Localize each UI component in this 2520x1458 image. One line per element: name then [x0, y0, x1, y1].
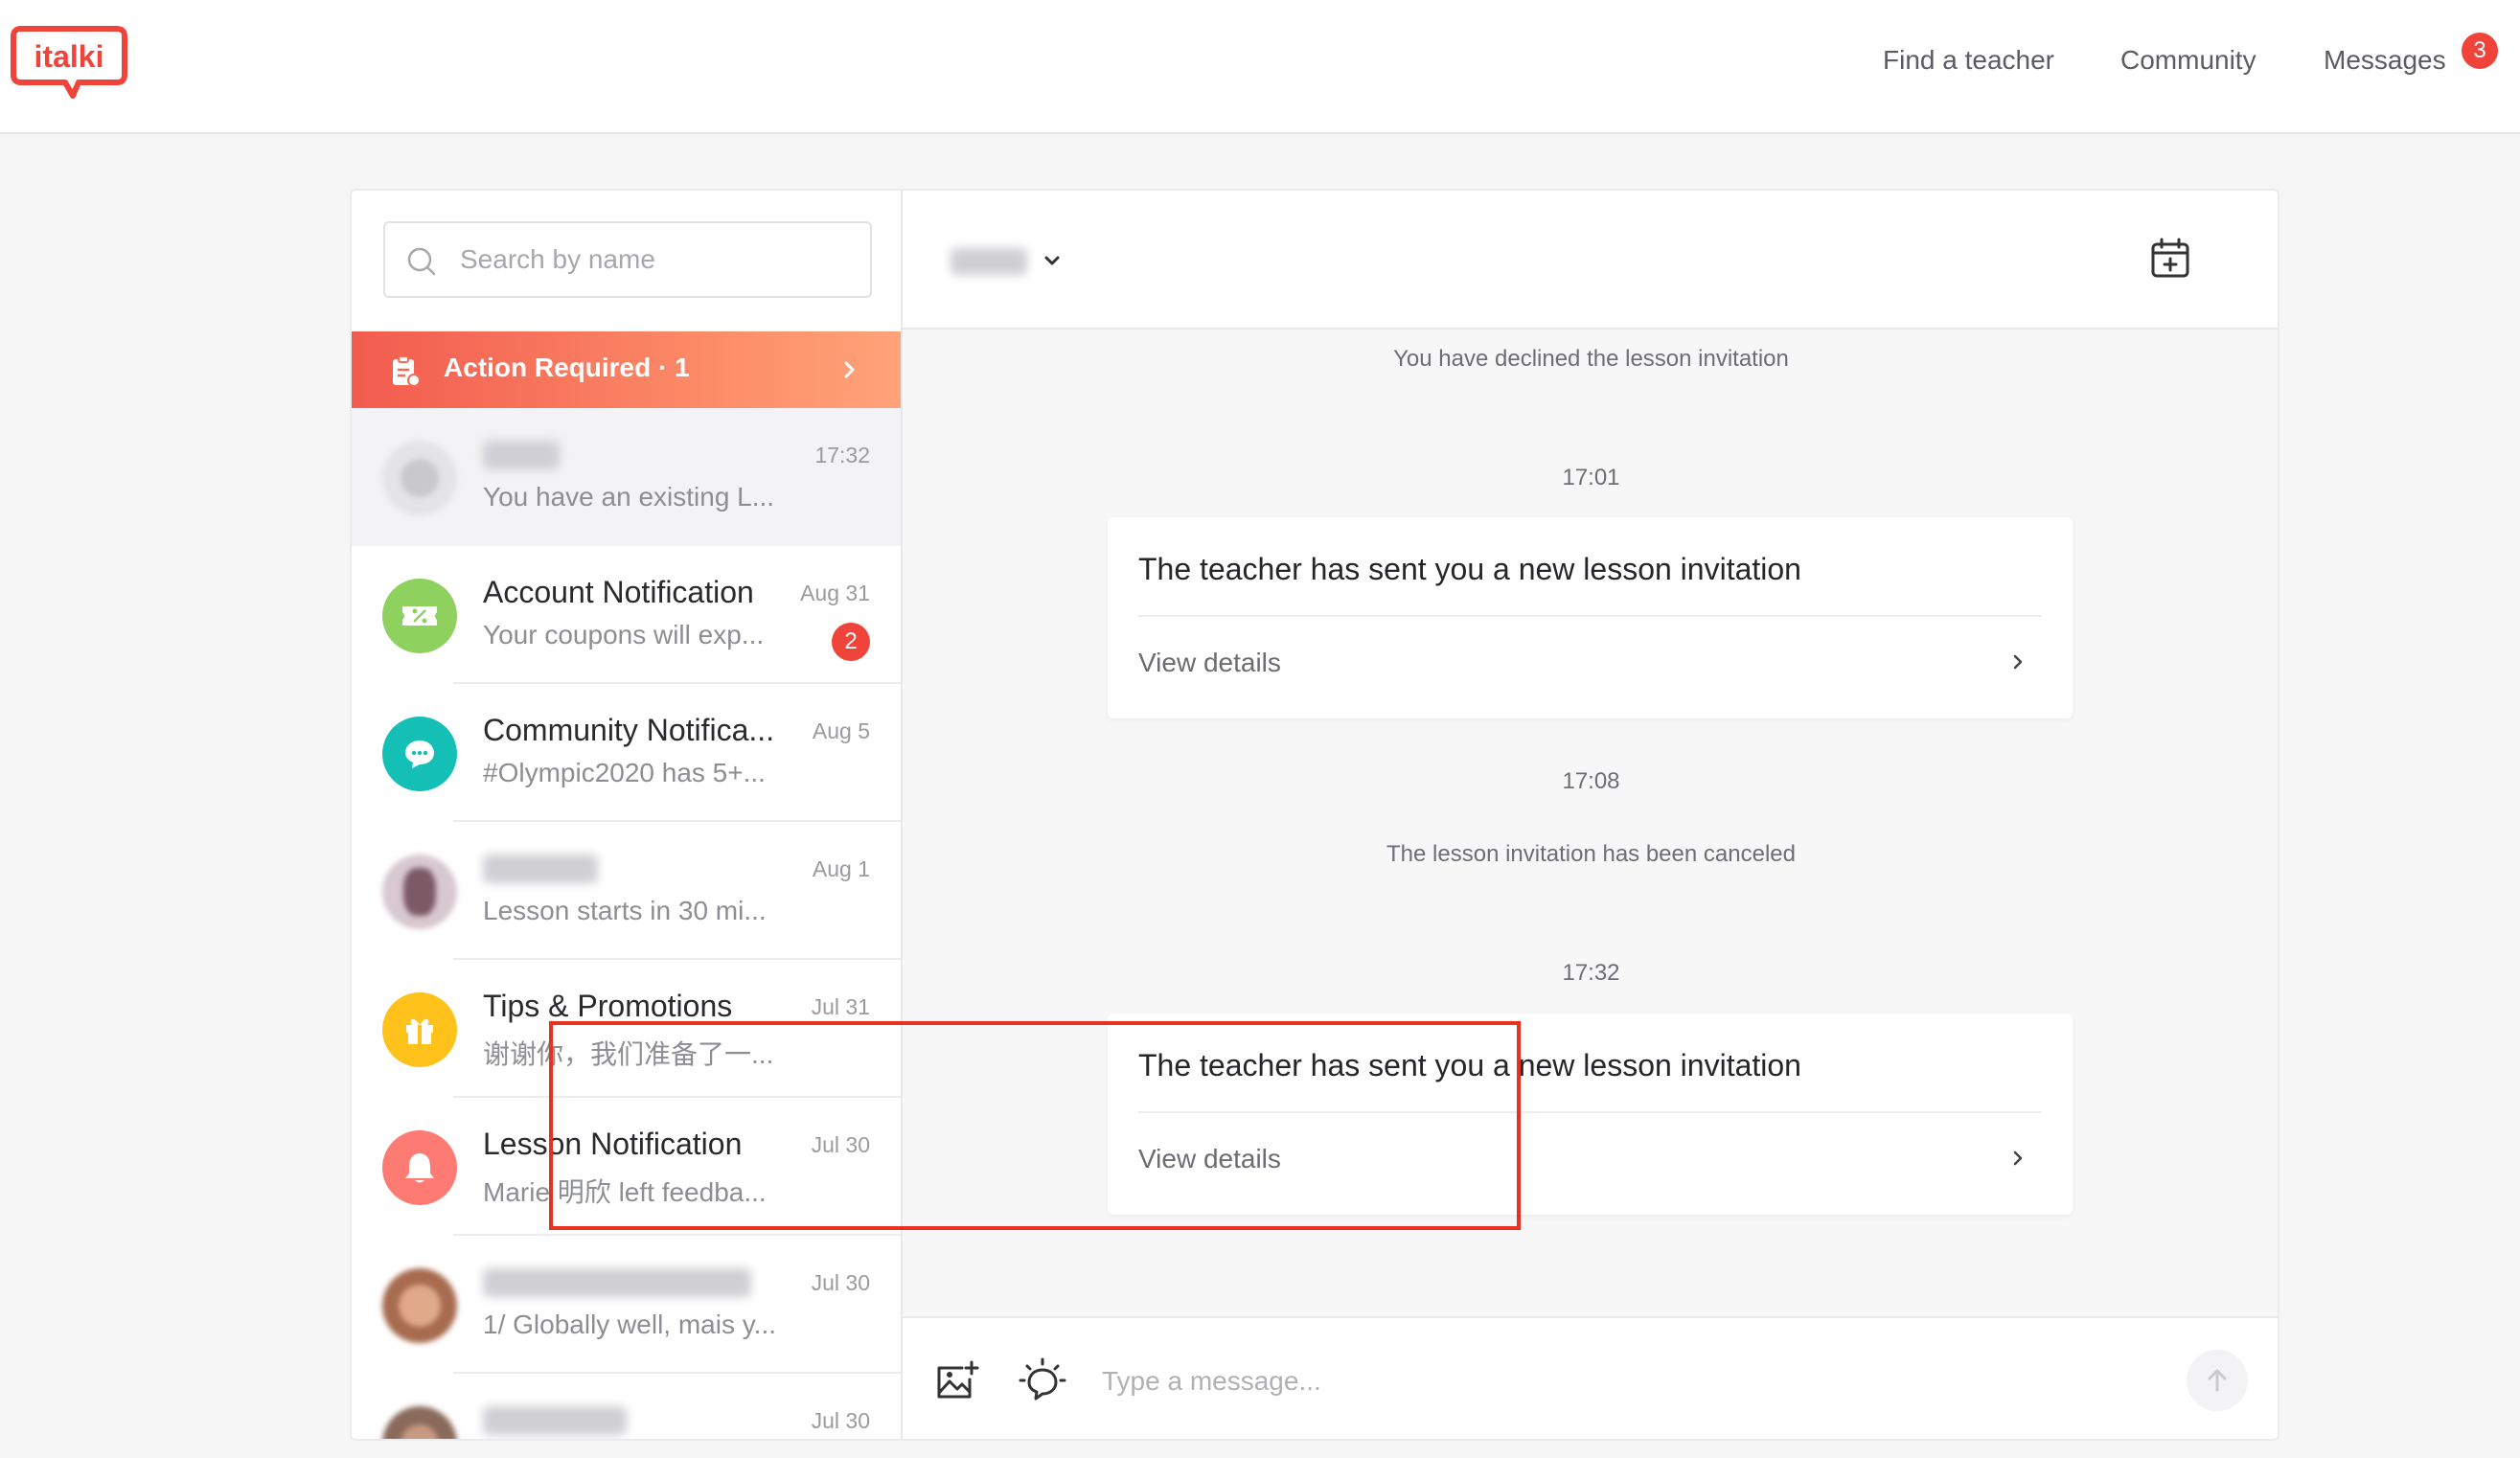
conversation-time: Jul 30 — [811, 1408, 870, 1433]
conversation-name: Account Notification — [483, 575, 754, 609]
unread-badge: 2 — [832, 623, 870, 661]
nav-community[interactable]: Community — [2120, 45, 2257, 76]
invitation-title: The teacher has sent you a new lesson in… — [1138, 1048, 1801, 1082]
italki-logo[interactable]: italki — [10, 25, 128, 102]
chat-header — [903, 191, 2278, 330]
contact-name-blurred — [483, 854, 598, 883]
clipboard-icon — [393, 355, 421, 387]
conversation-item[interactable]: Lesson Notification Jul 30 Marie 明欣 left… — [352, 1098, 901, 1236]
lesson-invitation-card: The teacher has sent you a new lesson in… — [1108, 1014, 2073, 1215]
chevron-right-icon — [844, 361, 855, 378]
nav-messages[interactable]: Messages — [2324, 45, 2446, 76]
conversation-time: Jul 30 — [811, 1132, 870, 1157]
system-message: The lesson invitation has been canceled — [1386, 841, 1796, 867]
conversation-preview: 谢谢你，我们准备了一... — [483, 1039, 774, 1069]
conversation-time: Aug 1 — [812, 856, 870, 881]
conversation-preview: 1/ Globally well, mais y... — [483, 1310, 777, 1339]
view-details-link[interactable]: View details — [1138, 1144, 1281, 1174]
conversation-item[interactable]: 17:32 You have an existing L... — [352, 408, 901, 546]
chevron-right-icon[interactable] — [2009, 649, 2027, 674]
avatar — [382, 854, 457, 929]
invitation-title: The teacher has sent you a new lesson in… — [1138, 552, 1801, 586]
coupon-icon — [382, 579, 457, 653]
nav-find-teacher[interactable]: Find a teacher — [1883, 45, 2054, 76]
message-composer — [903, 1316, 2278, 1439]
conversation-preview: You have an existing L... — [483, 482, 775, 512]
svg-text:italki: italki — [34, 39, 104, 74]
messages-count-badge: 3 — [2462, 33, 2498, 69]
conversation-time: 17:32 — [814, 443, 870, 467]
chat-messages: You have declined the lesson invitation … — [903, 330, 2278, 1316]
lesson-invitation-card: The teacher has sent you a new lesson in… — [1108, 517, 2073, 718]
avatar — [382, 441, 457, 515]
arrow-up-icon — [2208, 1369, 2227, 1392]
conversation-name: Tips & Promotions — [483, 989, 733, 1023]
conversation-time: Aug 5 — [812, 718, 870, 743]
idea-bubble-icon[interactable] — [1018, 1356, 1067, 1406]
conversation-time: Jul 31 — [811, 994, 870, 1019]
contact-name-blurred — [483, 441, 560, 469]
contact-name-blurred — [483, 1268, 751, 1297]
contact-name-blurred — [483, 1406, 627, 1435]
conversation-sidebar: Action Required · 1 17:32 You have an ex… — [352, 191, 903, 1439]
conversation-item[interactable]: Jul 30 — [352, 1374, 901, 1439]
message-input[interactable] — [1102, 1353, 2108, 1410]
conversation-time: Jul 30 — [811, 1270, 870, 1295]
chat-bubble-icon — [382, 717, 457, 791]
conversation-item[interactable]: Community Notifica... Aug 5 #Olympic2020… — [352, 684, 901, 822]
conversation-preview: #Olympic2020 has 5+... — [483, 758, 766, 787]
chevron-right-icon[interactable] — [2009, 1146, 2027, 1171]
search-box[interactable] — [383, 221, 872, 298]
message-timestamp: 17:01 — [1562, 465, 1620, 490]
gift-icon — [382, 992, 457, 1067]
avatar — [382, 1268, 457, 1343]
top-header: italki Find a teacher Community Messages… — [0, 0, 2520, 134]
conversation-item[interactable]: Tips & Promotions Jul 31 谢谢你，我们准备了一... — [352, 960, 901, 1098]
conversation-name: Lesson Notification — [483, 1127, 743, 1161]
conversation-preview: Your coupons will exp... — [483, 620, 765, 649]
messages-panel: Action Required · 1 17:32 You have an ex… — [350, 189, 2279, 1441]
conversation-item[interactable]: Jul 30 1/ Globally well, mais y... — [352, 1236, 901, 1374]
system-message: You have declined the lesson invitation — [1393, 346, 1789, 372]
bell-icon — [382, 1130, 457, 1205]
view-details-link[interactable]: View details — [1138, 648, 1281, 678]
search-input[interactable] — [460, 223, 862, 296]
chevron-down-icon[interactable] — [1042, 250, 1063, 271]
avatar — [382, 1406, 457, 1439]
message-timestamp: 17:32 — [1562, 960, 1620, 986]
contact-name-blurred[interactable] — [951, 248, 1027, 275]
action-required-label: Action Required · 1 — [444, 353, 690, 382]
send-button[interactable] — [2187, 1350, 2248, 1411]
conversation-preview: Marie 明欣 left feedba... — [483, 1177, 767, 1207]
conversation-item[interactable]: Account Notification Aug 31 Your coupons… — [352, 546, 901, 684]
conversation-name: Community Notifica... — [483, 713, 775, 747]
conversation-preview: Lesson starts in 30 mi... — [483, 896, 767, 925]
calendar-add-icon[interactable] — [2148, 237, 2192, 281]
image-upload-icon[interactable] — [931, 1356, 981, 1406]
conversation-time: Aug 31 — [800, 581, 870, 605]
conversation-item[interactable]: Aug 1 Lesson starts in 30 mi... — [352, 822, 901, 960]
action-required-banner[interactable]: Action Required · 1 — [352, 331, 901, 408]
message-timestamp: 17:08 — [1562, 768, 1620, 794]
search-icon — [407, 247, 436, 276]
